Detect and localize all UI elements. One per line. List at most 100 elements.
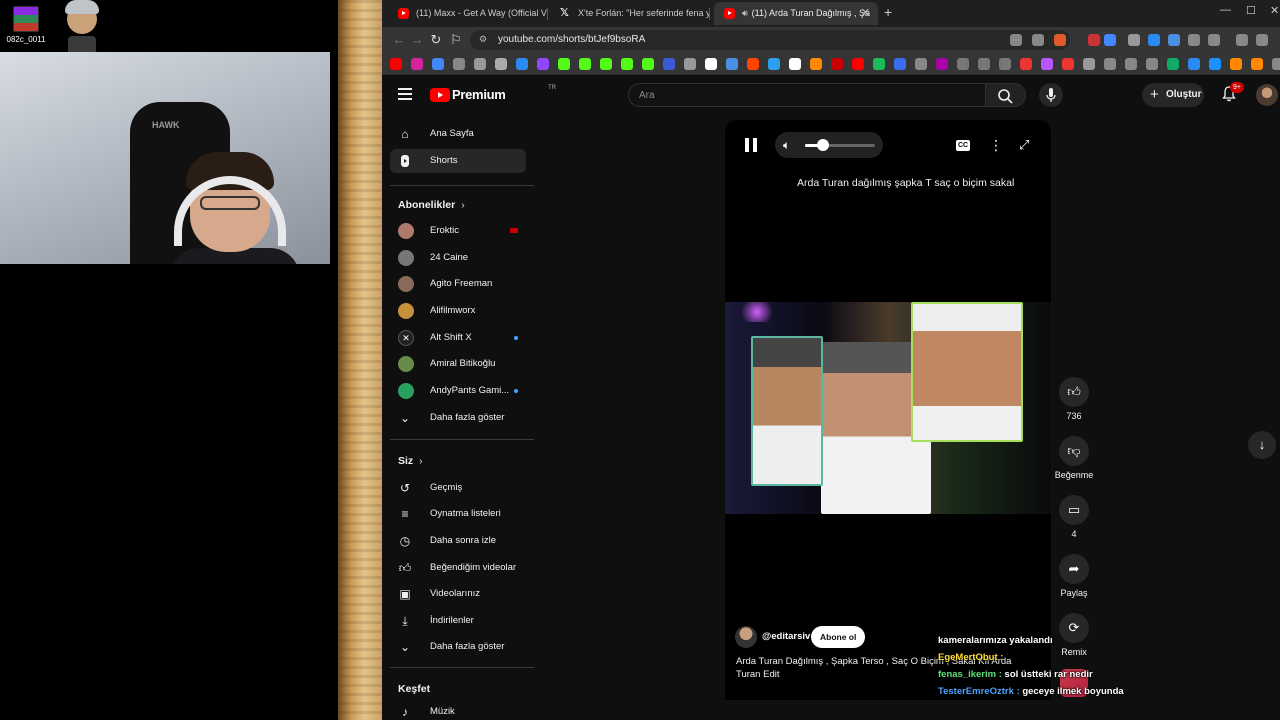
- volume-control[interactable]: 🔈︎: [775, 132, 883, 158]
- close-tab-icon[interactable]: ✕: [861, 2, 870, 25]
- sidebar-item-watch-later[interactable]: ◷ Daha sonra izle: [390, 529, 526, 553]
- bookmark-favicon-icon[interactable]: [495, 58, 507, 70]
- bookmark-favicon-icon[interactable]: [894, 58, 906, 70]
- bookmark-favicon-icon[interactable]: [390, 58, 402, 70]
- search-button[interactable]: [986, 83, 1026, 107]
- maximize-icon[interactable]: ☐: [1246, 4, 1256, 17]
- account-avatar[interactable]: [1256, 84, 1278, 106]
- new-tab-button[interactable]: +: [884, 4, 892, 20]
- sidebar-channel-24-caine[interactable]: 24 Caine: [390, 246, 526, 270]
- bookmark-favicon-icon[interactable]: [600, 58, 612, 70]
- bookmark-icon[interactable]: ⚐: [447, 31, 465, 49]
- show-more-subscriptions[interactable]: ⌄ Daha fazla göster: [390, 406, 526, 430]
- bookmark-favicon-icon[interactable]: [957, 58, 969, 70]
- bookmark-favicon-icon[interactable]: [1251, 58, 1263, 70]
- sidebar-channel-amiral-bitikoglu[interactable]: Amiral Bitikoğlu: [390, 352, 526, 376]
- search-input[interactable]: [629, 84, 985, 106]
- voice-search-button[interactable]: [1039, 83, 1063, 107]
- subscribe-button[interactable]: Abone ol: [811, 626, 866, 648]
- bookmark-favicon-icon[interactable]: [852, 58, 864, 70]
- bookmark-favicon-icon[interactable]: [642, 58, 654, 70]
- subscriptions-heading[interactable]: Abonelikler ›: [398, 199, 465, 211]
- volume-handle[interactable]: [817, 139, 830, 151]
- bookmark-favicon-icon[interactable]: [1083, 58, 1095, 70]
- bookmark-favicon-icon[interactable]: [873, 58, 885, 70]
- bookmark-favicon-icon[interactable]: [537, 58, 549, 70]
- bookmark-favicon-icon[interactable]: [726, 58, 738, 70]
- video-frame[interactable]: [725, 302, 1051, 514]
- share-icon[interactable]: ➦: [1059, 554, 1089, 584]
- bookmark-favicon-icon[interactable]: [999, 58, 1011, 70]
- bookmark-favicon-icon[interactable]: [1230, 58, 1242, 70]
- extension-icon[interactable]: [1128, 34, 1140, 46]
- extensions-puzzle-icon[interactable]: [1188, 34, 1200, 46]
- brave-shield-icon[interactable]: [1054, 34, 1066, 46]
- close-window-icon[interactable]: ✕: [1270, 4, 1279, 17]
- you-heading[interactable]: Siz ›: [398, 455, 423, 467]
- share-icon[interactable]: [1032, 34, 1044, 46]
- bookmark-favicon-icon[interactable]: [474, 58, 486, 70]
- channel-avatar[interactable]: [735, 626, 757, 648]
- search-box[interactable]: [628, 83, 986, 107]
- bookmark-favicon-icon[interactable]: [1188, 58, 1200, 70]
- bookmark-favicon-icon[interactable]: [915, 58, 927, 70]
- bookmark-favicon-icon[interactable]: [1167, 58, 1179, 70]
- bookmark-favicon-icon[interactable]: [432, 58, 444, 70]
- dislike-action[interactable]: 👎︎ Beğenme: [1052, 436, 1096, 480]
- extension-icon[interactable]: [1148, 34, 1160, 46]
- bookmark-favicon-icon[interactable]: [978, 58, 990, 70]
- sidebar-item-music[interactable]: ♪ Müzik: [390, 700, 526, 720]
- shorts-player[interactable]: 🔈︎ CC ⋮ ⤢ Arda Turan dağılmış şapka T sa…: [725, 120, 1051, 700]
- fullscreen-icon[interactable]: ⤢: [1019, 138, 1029, 152]
- bookmark-favicon-icon[interactable]: [747, 58, 759, 70]
- volume-icon[interactable]: 🔈︎: [783, 138, 797, 152]
- sidebar-item-playlists[interactable]: ≡ Oynatma listeleri: [390, 502, 526, 526]
- thumbs-down-icon[interactable]: 👎︎: [1059, 436, 1089, 466]
- tab-x-forlan[interactable]: 𝕏 X'te Forlán: "Her seferinde fena yanıy: [550, 2, 710, 25]
- bookmark-favicon-icon[interactable]: [1104, 58, 1116, 70]
- sidebar-item-downloads[interactable]: ⤓ İndirilenler: [390, 609, 526, 633]
- speaker-icon[interactable]: 🔊︎: [742, 8, 748, 18]
- bookmark-favicon-icon[interactable]: [810, 58, 822, 70]
- bookmark-favicon-icon[interactable]: [1146, 58, 1158, 70]
- sidebar-icon[interactable]: [1208, 34, 1220, 46]
- guide-menu-icon[interactable]: [398, 88, 412, 100]
- bookmark-favicon-icon[interactable]: [1041, 58, 1053, 70]
- bookmark-favicon-icon[interactable]: [768, 58, 780, 70]
- thumbs-up-icon[interactable]: 👍︎: [1059, 377, 1089, 407]
- bookmark-favicon-icon[interactable]: [1020, 58, 1032, 70]
- tab-arda-turan[interactable]: 🔊︎ (11) Arda Turan Dağılmış , Şa ✕: [714, 2, 878, 25]
- sidebar-channel-alt-shift-x[interactable]: ✕ Alt Shift X: [390, 326, 526, 350]
- volume-slider[interactable]: [805, 139, 875, 151]
- share-action[interactable]: ➦ Paylaş: [1052, 554, 1096, 598]
- sidebar-item-home[interactable]: ⌂ Ana Sayfa: [390, 122, 526, 146]
- bookmark-favicon-icon[interactable]: [558, 58, 570, 70]
- bookmark-favicon-icon[interactable]: [579, 58, 591, 70]
- bookmark-favicon-icon[interactable]: [705, 58, 717, 70]
- site-info-icon[interactable]: ⚙: [479, 34, 489, 44]
- download-icon[interactable]: [1236, 34, 1248, 46]
- url-text[interactable]: youtube.com/shorts/btJef9bsoRA: [498, 30, 645, 50]
- more-options-icon[interactable]: ⋮: [989, 138, 1003, 152]
- back-icon[interactable]: ←: [390, 31, 408, 49]
- bookmark-favicon-icon[interactable]: [663, 58, 675, 70]
- next-video-down-arrow-icon[interactable]: ↓: [1248, 431, 1276, 459]
- captions-icon[interactable]: CC: [956, 140, 970, 151]
- reload-icon[interactable]: ↻: [427, 31, 445, 49]
- comment-icon[interactable]: ▭: [1059, 495, 1089, 525]
- extension-icon[interactable]: [1168, 34, 1180, 46]
- bookmark-favicon-icon[interactable]: [1125, 58, 1137, 70]
- pause-icon[interactable]: [745, 138, 757, 152]
- tab-maxx[interactable]: (11) Maxx - Get A Way (Official Vide: [388, 2, 548, 25]
- menu-icon[interactable]: [1256, 34, 1268, 46]
- bookmark-favicon-icon[interactable]: [684, 58, 696, 70]
- channel-handle[interactable]: @editarsiv: [762, 626, 810, 648]
- show-more-you[interactable]: ⌄ Daha fazla göster: [390, 635, 526, 659]
- bookmark-favicon-icon[interactable]: [831, 58, 843, 70]
- extension-icon[interactable]: [1088, 34, 1100, 46]
- minimize-icon[interactable]: —: [1220, 4, 1231, 16]
- sidebar-channel-agito-freeman[interactable]: Agito Freeman: [390, 272, 526, 296]
- sidebar-channel-alifilmworx[interactable]: Alifilmworx: [390, 299, 526, 323]
- forward-icon[interactable]: →: [408, 31, 426, 49]
- bookmark-favicon-icon[interactable]: [936, 58, 948, 70]
